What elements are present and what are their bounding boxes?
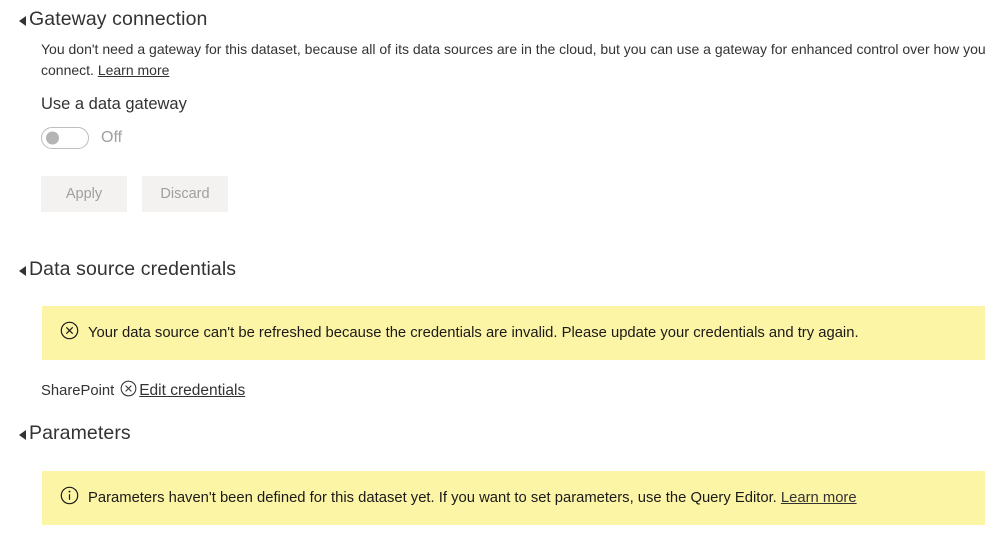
apply-button[interactable]: Apply: [41, 176, 127, 212]
edit-credentials-link[interactable]: Edit credentials: [139, 382, 245, 400]
data-source-name: SharePoint: [41, 383, 115, 399]
triangle-collapse-icon[interactable]: [19, 265, 26, 276]
gateway-learn-more-link[interactable]: Learn more: [98, 62, 170, 78]
settings-page: Gateway connection You don't need a gate…: [0, 0, 999, 542]
triangle-collapse-icon[interactable]: [19, 429, 26, 440]
data-source-credentials-section-header[interactable]: Data source credentials: [19, 258, 236, 281]
parameters-learn-more-link[interactable]: Learn more: [781, 490, 857, 506]
parameters-section-header[interactable]: Parameters: [19, 422, 131, 445]
data-source-row-sharepoint: SharePoint Edit credentials: [41, 380, 245, 402]
gateway-connection-title: Gateway connection: [29, 8, 208, 30]
parameters-info-text: Parameters haven't been defined for this…: [88, 490, 781, 506]
data-source-credentials-title: Data source credentials: [29, 258, 237, 280]
triangle-collapse-icon[interactable]: [19, 15, 26, 26]
gateway-description: You don't need a gateway for this datase…: [41, 39, 991, 81]
parameters-title: Parameters: [29, 422, 131, 444]
credentials-error-banner: Your data source can't be refreshed beca…: [42, 306, 985, 360]
use-data-gateway-toggle[interactable]: [41, 127, 89, 149]
gateway-button-row: Apply Discard: [41, 176, 228, 212]
toggle-state-label: Off: [101, 129, 123, 146]
credentials-error-message: Your data source can't be refreshed beca…: [88, 325, 859, 341]
use-data-gateway-toggle-row: Off: [41, 127, 122, 149]
parameters-info-banner: Parameters haven't been defined for this…: [42, 471, 985, 525]
error-circle-x-icon: [60, 321, 79, 345]
toggle-knob: [46, 131, 59, 145]
gateway-description-text: You don't need a gateway for this datase…: [41, 41, 986, 78]
discard-button[interactable]: Discard: [142, 176, 228, 212]
use-data-gateway-label: Use a data gateway: [41, 95, 187, 113]
gateway-connection-section-header[interactable]: Gateway connection: [19, 8, 208, 31]
parameters-info-message: Parameters haven't been defined for this…: [88, 488, 857, 508]
info-circle-icon: [60, 486, 79, 510]
error-circle-x-icon: [120, 380, 137, 402]
